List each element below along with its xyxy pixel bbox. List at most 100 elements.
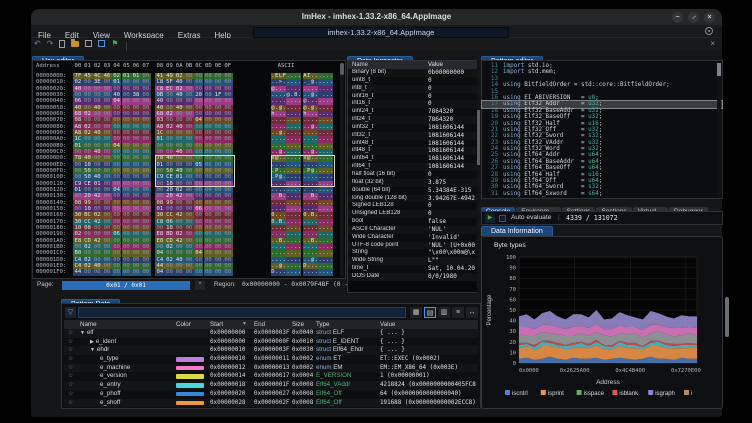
title-bar[interactable]: ImHex - imhex-1.33.2-x86_64.AppImage − ↕… (31, 9, 722, 25)
pattern-row-e_machine[interactable]: ☆e_machine0x000000120x000000130x0002enum… (64, 364, 478, 373)
favorite-star-icon[interactable]: ☆ (68, 372, 73, 381)
pattern-row-e_phoff[interactable]: ☆e_phoff0x000000200x000000270x0008Elf64_… (64, 390, 478, 399)
pattern-row-e_ident[interactable]: ☆▶e_ident0x000000000x0000000F0x0010struc… (64, 338, 478, 347)
fit-width-icon[interactable]: ↔ (466, 307, 478, 318)
inspector-row[interactable]: UTF-8 code point'NUL' (U+0x00 (348, 242, 479, 250)
inspector-scrollbar[interactable] (477, 60, 480, 293)
inspector-row[interactable]: int32_t1081606144 (348, 132, 479, 140)
flat-view-icon[interactable]: ▥ (438, 307, 450, 318)
hex-byte[interactable]: 00 (112, 269, 122, 275)
inspector-row[interactable]: Binary (8 bit)0b00000000 (348, 69, 479, 77)
favorite-star-icon[interactable]: ☆ (68, 338, 73, 347)
pattern-filter-input[interactable] (78, 307, 406, 318)
editor-scroll-thumb[interactable] (717, 63, 721, 76)
inspector-row[interactable]: ASCII Character'NUL' (348, 226, 479, 234)
save-icon[interactable] (85, 40, 92, 47)
inspector-row[interactable]: int48_t1081606144 (348, 147, 479, 155)
close-button[interactable]: × (704, 12, 715, 23)
minimize-button[interactable]: − (672, 12, 683, 23)
inspector-row[interactable]: uint48_t1081606144 (348, 140, 479, 148)
favorite-star-icon[interactable]: ☆ (68, 329, 73, 338)
inspector-row[interactable]: Wide Character'Invalid' (348, 234, 479, 242)
favorite-star-icon[interactable]: ☆ (68, 390, 73, 399)
tree-table-view-icon[interactable]: ▤ (424, 307, 436, 318)
col-value[interactable]: Value (380, 320, 395, 329)
pattern-row-e_entry[interactable]: ☆e_entry0x000000180x0000001F0x0008Elf64_… (64, 381, 478, 390)
hex-byte[interactable]: 00 (141, 269, 151, 275)
hex-scroll-thumb[interactable] (340, 63, 344, 75)
col-end[interactable]: End (254, 320, 265, 329)
bookmark-icon[interactable]: ⚑ (111, 39, 118, 49)
favorite-star-icon[interactable]: ☆ (68, 399, 73, 408)
code-line-31[interactable]: 31using Elf64_Sxword = s64; (482, 191, 722, 197)
new-file-icon[interactable] (59, 40, 65, 48)
col-name[interactable]: Name (80, 320, 97, 329)
pattern-row-elf[interactable]: ☆▼elf0x000000000x0000003F0x0040struct EL… (64, 329, 478, 338)
grid-view-icon[interactable]: ▦ (410, 307, 422, 318)
inspector-row[interactable]: int8_t0 (348, 85, 479, 93)
expand-arrow-icon[interactable]: ▼ (80, 330, 85, 336)
hex-byte[interactable]: 44 (73, 269, 83, 275)
hex-byte[interactable]: 00 (83, 269, 93, 275)
hex-grid[interactable]: 00000000:7F454C4602010100414902000000000… (33, 73, 337, 276)
data-info-scroll-thumb[interactable] (725, 297, 729, 337)
hex-byte[interactable]: 00 (213, 269, 223, 275)
editor-scrollbar[interactable] (717, 62, 721, 197)
col-start[interactable]: Start (210, 320, 223, 329)
inspector-row[interactable]: String"\x00\x00m@\x (348, 249, 479, 257)
hex-byte[interactable]: 00 (92, 269, 102, 275)
status-icon[interactable] (705, 27, 713, 35)
pattern-table-header[interactable]: NameColorStartEndSizeTypeValue▼ (64, 320, 478, 329)
inspector-row[interactable]: time_tSat, 10.04.20 (348, 265, 479, 273)
inspector-row[interactable]: float (32 bit)3.875 (348, 179, 479, 187)
inspector-row[interactable]: uint24_t7864320 (348, 108, 479, 116)
byte-types-chart[interactable]: 01020304050607080901000x00000x2625A000x4… (483, 251, 719, 403)
hex-byte[interactable]: 00 (122, 269, 132, 275)
ascii-char[interactable]: . (298, 269, 302, 275)
pattern-row-ehdr[interactable]: ☆▼ehdr0x000000100x0000003F0x0030struct E… (64, 346, 478, 355)
hex-byte[interactable]: 00 (204, 269, 214, 275)
inspector-row[interactable]: DOS Date0/0/1980 (348, 273, 479, 281)
hex-byte[interactable]: 04 (155, 269, 165, 275)
redo-icon[interactable]: ↷ (47, 39, 54, 49)
run-pattern-button[interactable]: ▶ (485, 214, 495, 223)
collapse-footer-icon[interactable]: ^ (195, 281, 205, 290)
inspector-row[interactable]: int64_t1081606144 (348, 163, 479, 171)
inspector-row[interactable]: long double (128 bit)3.94267E-4942 (348, 195, 479, 203)
save-as-icon[interactable] (98, 40, 105, 47)
page-indicator[interactable]: 0x01 / 0x01 (62, 281, 190, 290)
favorite-star-icon[interactable]: ☆ (68, 381, 73, 390)
inspector-row[interactable]: double (64 bit)5.34384E-315 (348, 187, 479, 195)
filter-icon[interactable]: ▽ (65, 307, 76, 318)
inspector-row[interactable]: int24_t7864320 (348, 116, 479, 124)
inspector-row[interactable]: uint64_t1081606144 (348, 155, 479, 163)
inspector-row[interactable]: uint8_t0 (348, 77, 479, 85)
favorite-star-icon[interactable]: ☆ (68, 355, 73, 364)
inspector-row[interactable]: uint16_t0 (348, 93, 479, 101)
expand-arrow-icon[interactable]: ▶ (90, 339, 94, 345)
hex-byte[interactable]: 00 (165, 269, 175, 275)
file-tab[interactable]: imhex-1.33.2-x86_64.AppImage (253, 27, 509, 38)
sort-icon[interactable]: ▼ (242, 320, 247, 329)
inspector-row[interactable]: boolfalse (348, 218, 479, 226)
hex-byte[interactable]: 00 (223, 269, 233, 275)
list-view-icon[interactable]: ≡ (452, 307, 464, 318)
pattern-editor-panel[interactable]: 11import std.io;12import std.mem;1314usi… (481, 60, 723, 199)
inspector-scroll-thumb[interactable] (477, 110, 480, 165)
tabbar-close-icon[interactable]: × (710, 39, 715, 48)
inspector-row[interactable]: uint32_t1081606144 (348, 124, 479, 132)
col-color[interactable]: Color (176, 320, 191, 329)
inspector-row[interactable]: Wide StringL"" (348, 257, 479, 265)
hex-byte[interactable]: 00 (174, 269, 184, 275)
inspector-row[interactable]: int16_t0 (348, 100, 479, 108)
expand-arrow-icon[interactable]: ▼ (90, 347, 95, 353)
inspector-row[interactable]: Signed LEB1280 (348, 202, 479, 210)
pattern-row-e_type[interactable]: ☆e_type0x000000100x000000110x0002enum ET… (64, 355, 478, 364)
inspector-row[interactable]: half float (16 bit)0 (348, 171, 479, 179)
maximize-button[interactable]: ↕ (688, 12, 699, 23)
hex-byte[interactable]: 00 (184, 269, 194, 275)
hex-byte[interactable]: 00 (131, 269, 141, 275)
pattern-row-e_shoff[interactable]: ☆e_shoff0x000000280x0000002F0x0008Elf64_… (64, 399, 478, 408)
col-size[interactable]: Size (292, 320, 304, 329)
pattern-row-e_version[interactable]: ☆e_version0x000000140x000000170x0004E_VE… (64, 372, 478, 381)
